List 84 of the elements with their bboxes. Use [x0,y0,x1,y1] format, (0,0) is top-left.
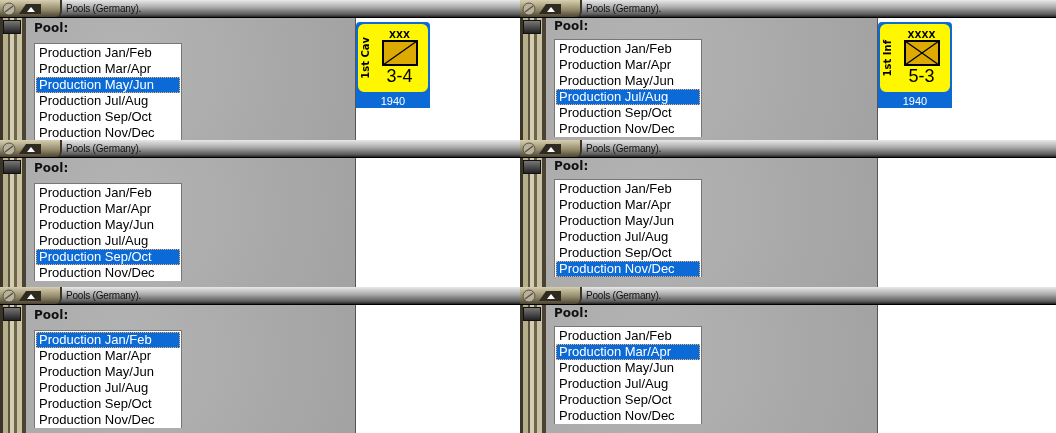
pool-list[interactable]: Production Jan/Feb Production Mar/Apr Production May/Jun Production Jul/Aug Production Sep/Oct Production Nov/Dec [554,39,702,137]
screw-icon [522,288,536,303]
pool-label: Pool: [34,161,70,175]
list-item[interactable]: Production May/Jun [36,364,180,380]
unit-strength: 3-4 [386,66,413,86]
triangle-icon [18,2,42,15]
list-item[interactable]: Production Nov/Dec [36,412,180,428]
collapse-button[interactable] [520,140,582,157]
list-item[interactable]: Production Nov/Dec [556,408,700,424]
list-item[interactable]: Production Sep/Oct [556,105,700,121]
triangle-icon [18,289,42,302]
pool-list[interactable]: Production Jan/Feb Production Mar/Apr Production May/Jun Production Jul/Aug Production Sep/Oct Production Nov/Dec [554,179,702,277]
list-item[interactable]: Production Jul/Aug [36,93,180,109]
pool-list[interactable]: Production Jan/Feb Production Mar/Apr Production May/Jun Production Jul/Aug Production Sep/Oct Production Nov/Dec [34,330,182,428]
list-item[interactable]: Production Nov/Dec [36,125,180,140]
window-title: Pools (Germany). [65,2,143,16]
list-item[interactable]: Production May/Jun [36,77,180,93]
pool-label: Pool: [34,21,70,35]
list-item[interactable]: Production Jan/Feb [556,328,700,344]
list-item[interactable]: Production Nov/Dec [556,121,700,137]
list-item[interactable]: Production Mar/Apr [556,197,700,213]
list-item[interactable]: Production May/Jun [556,360,700,376]
infantry-symbol-icon [903,40,940,66]
list-item[interactable]: Production Mar/Apr [36,348,180,364]
list-item[interactable]: Production Jul/Aug [36,380,180,396]
collapse-button[interactable] [0,287,62,304]
list-item[interactable]: Production Sep/Oct [556,245,700,261]
list-item[interactable]: Production Sep/Oct [556,392,700,408]
list-item[interactable]: Production Sep/Oct [36,249,180,265]
unit-year: 1940 [901,94,929,108]
list-item[interactable]: Production Nov/Dec [36,265,180,281]
pool-list[interactable]: Production Jan/Feb Production Mar/Apr Production May/Jun Production Jul/Aug Production Sep/Oct Production Nov/Dec [34,183,182,281]
screw-icon [2,288,16,303]
unit-name: 1st Inf [882,39,893,77]
list-item[interactable]: Production Sep/Oct [36,396,180,412]
unit-counter[interactable]: 1st Inf XXXX 5-3 1940 [878,22,952,108]
triangle-icon [18,142,42,155]
pool-label: Pool: [34,308,70,322]
list-item[interactable]: Production Jan/Feb [556,41,700,57]
pool-label: Pool: [554,306,590,320]
list-item[interactable]: Production Mar/Apr [556,344,700,360]
pool-list[interactable]: Production Jan/Feb Production Mar/Apr Production May/Jun Production Jul/Aug Production Sep/Oct Production Nov/Dec [554,326,702,424]
triangle-icon [538,2,562,15]
window-title: Pools (Germany). [585,289,663,303]
echelon-mark: XXX [389,30,410,40]
unit-strength: 5-3 [908,66,935,86]
list-item[interactable]: Production Sep/Oct [36,109,180,125]
list-item[interactable]: Production May/Jun [36,217,180,233]
pool-label: Pool: [554,159,590,173]
collapse-button[interactable] [520,0,582,17]
list-item[interactable]: Production Mar/Apr [556,57,700,73]
list-item[interactable]: Production Nov/Dec [556,261,700,277]
collapse-button[interactable] [0,140,62,157]
pool-label: Pool: [554,19,590,33]
list-item[interactable]: Production Jan/Feb [36,185,180,201]
list-item[interactable]: Production May/Jun [556,213,700,229]
window-title: Pools (Germany). [585,142,663,156]
echelon-mark: XXXX [907,30,936,40]
list-item[interactable]: Production Jan/Feb [36,45,180,61]
unit-counter[interactable]: 1st Cav XXX 3-4 1940 [356,22,430,108]
list-item[interactable]: Production Jan/Feb [556,181,700,197]
list-item[interactable]: Production Jul/Aug [556,229,700,245]
list-item[interactable]: Production Jul/Aug [36,233,180,249]
window-title: Pools (Germany). [585,2,663,16]
cavalry-symbol-icon [381,40,418,66]
list-item[interactable]: Production Jan/Feb [36,332,180,348]
screw-icon [522,141,536,156]
unit-name: 1st Cav [360,37,371,79]
screw-icon [2,141,16,156]
pool-list[interactable]: Production Jan/Feb Production Mar/Apr Production May/Jun Production Jul/Aug Production Sep/Oct Production Nov/Dec [34,43,182,140]
list-item[interactable]: Production Mar/Apr [36,201,180,217]
unit-year: 1940 [379,94,407,108]
list-item[interactable]: Production Jul/Aug [556,376,700,392]
collapse-button[interactable] [0,0,62,17]
window-title: Pools (Germany). [65,289,143,303]
screw-icon [2,1,16,16]
list-item[interactable]: Production May/Jun [556,73,700,89]
triangle-icon [538,142,562,155]
screw-icon [522,1,536,16]
window-title: Pools (Germany). [65,142,143,156]
collapse-button[interactable] [520,287,582,304]
list-item[interactable]: Production Jul/Aug [556,89,700,105]
triangle-icon [538,289,562,302]
list-item[interactable]: Production Mar/Apr [36,61,180,77]
